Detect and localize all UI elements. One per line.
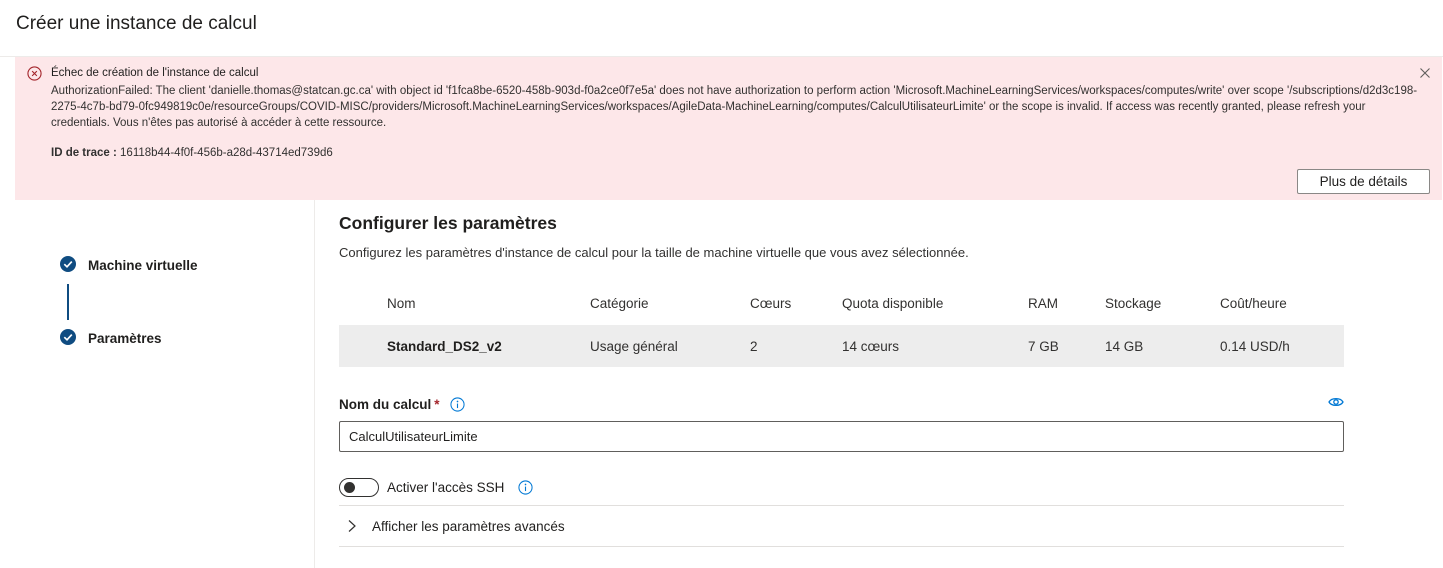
toggle-knob: [344, 482, 355, 493]
section-title: Configurer les paramètres: [339, 213, 557, 233]
panel-divider: [314, 200, 315, 568]
column-header: Quota disponible: [842, 296, 944, 311]
error-message: AuthorizationFailed: The client 'daniell…: [51, 85, 1418, 130]
info-icon[interactable]: [518, 480, 533, 495]
table-cell: Usage général: [590, 339, 678, 354]
step-parametres[interactable]: Paramètres: [88, 331, 162, 346]
table-cell: 2: [750, 339, 758, 354]
table-cell: 7 GB: [1028, 339, 1059, 354]
table-cell: Standard_DS2_v2: [387, 339, 502, 354]
advanced-settings-label: Afficher les paramètres avancés: [372, 518, 565, 534]
table-cell: 14 GB: [1105, 339, 1144, 354]
eye-icon[interactable]: [1328, 396, 1344, 408]
required-mark: *: [434, 397, 440, 412]
step-completed-icon: [60, 256, 76, 272]
column-header: Nom: [387, 296, 416, 311]
table-header-row: Nom Catégorie Cœurs Quota disponible RAM…: [339, 285, 1344, 325]
advanced-settings-toggle[interactable]: Afficher les paramètres avancés: [346, 512, 565, 540]
trace-line: ID de trace : 16118b44-4f0f-456b-a28d-43…: [51, 147, 333, 159]
error-title: Échec de création de l'instance de calcu…: [51, 67, 259, 79]
section-description: Configurez les paramètres d'instance de …: [339, 245, 969, 260]
column-header: Cœurs: [750, 296, 792, 311]
step-machine-virtuelle[interactable]: Machine virtuelle: [88, 258, 198, 273]
step-connector: [67, 284, 69, 320]
close-icon[interactable]: [1418, 66, 1432, 80]
compute-name-input[interactable]: [339, 421, 1344, 452]
column-header: Stockage: [1105, 296, 1162, 311]
compute-name-label-text: Nom du calcul: [339, 397, 432, 412]
table-cell: 14 cœurs: [842, 339, 900, 354]
column-header: Catégorie: [590, 296, 649, 311]
page-title: Créer une instance de calcul: [16, 13, 257, 34]
trace-label: ID de trace :: [51, 147, 117, 159]
divider: [339, 546, 1344, 547]
more-details-button[interactable]: Plus de détails: [1297, 169, 1430, 194]
trace-id: 16118b44-4f0f-456b-a28d-43714ed739d6: [120, 147, 333, 159]
column-header: Coût/heure: [1220, 296, 1287, 311]
step-completed-icon: [60, 329, 76, 345]
ssh-label: Activer l'accès SSH: [387, 480, 505, 495]
error-icon: [27, 66, 42, 81]
chevron-right-icon: [348, 520, 356, 532]
column-header: RAM: [1028, 296, 1058, 311]
compute-name-label: Nom du calcul *: [339, 397, 440, 412]
table-row[interactable]: Standard_DS2_v2 Usage général 2 14 cœurs…: [339, 325, 1344, 367]
divider: [339, 505, 1344, 506]
ssh-toggle[interactable]: [339, 478, 379, 497]
vm-size-table: Nom Catégorie Cœurs Quota disponible RAM…: [339, 285, 1344, 367]
error-banner: Échec de création de l'instance de calcu…: [15, 57, 1442, 200]
info-icon[interactable]: [450, 397, 465, 412]
table-cell: 0.14 USD/h: [1220, 339, 1290, 354]
